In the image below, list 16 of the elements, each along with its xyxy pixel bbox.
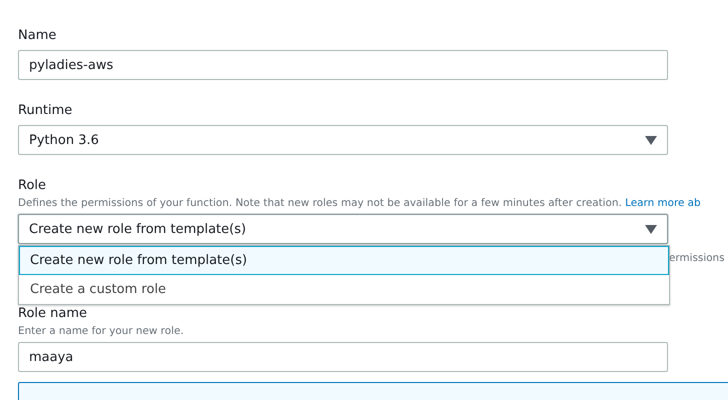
dropdown-option[interactable]: Create a custom role xyxy=(19,275,669,304)
learn-more-link[interactable]: Learn more ab xyxy=(625,197,701,209)
field-label: Runtime xyxy=(18,103,74,119)
dropdown-select[interactable]: Python 3.6 xyxy=(18,125,668,155)
caret-icon xyxy=(645,224,657,234)
dropdown-option[interactable]: Create new role from template(s) xyxy=(19,246,669,275)
field-hint: ermissions xyxy=(669,252,726,266)
field-description: Enter a name for your new role. xyxy=(18,324,185,338)
field-description: Defines the permissions of your function. Note that new roles may not be available for a few minutes after creation. Learn more ab xyxy=(18,196,702,210)
field-label: Role name xyxy=(18,306,88,322)
text-input[interactable]: maaya xyxy=(18,342,668,372)
field-label: Name xyxy=(18,28,58,44)
caret-icon xyxy=(645,136,657,144)
dropdown-select[interactable]: Create new role from template(s) xyxy=(18,214,668,244)
field-label: Role xyxy=(18,178,48,194)
text-input[interactable]: pyladies-aws xyxy=(18,50,668,80)
